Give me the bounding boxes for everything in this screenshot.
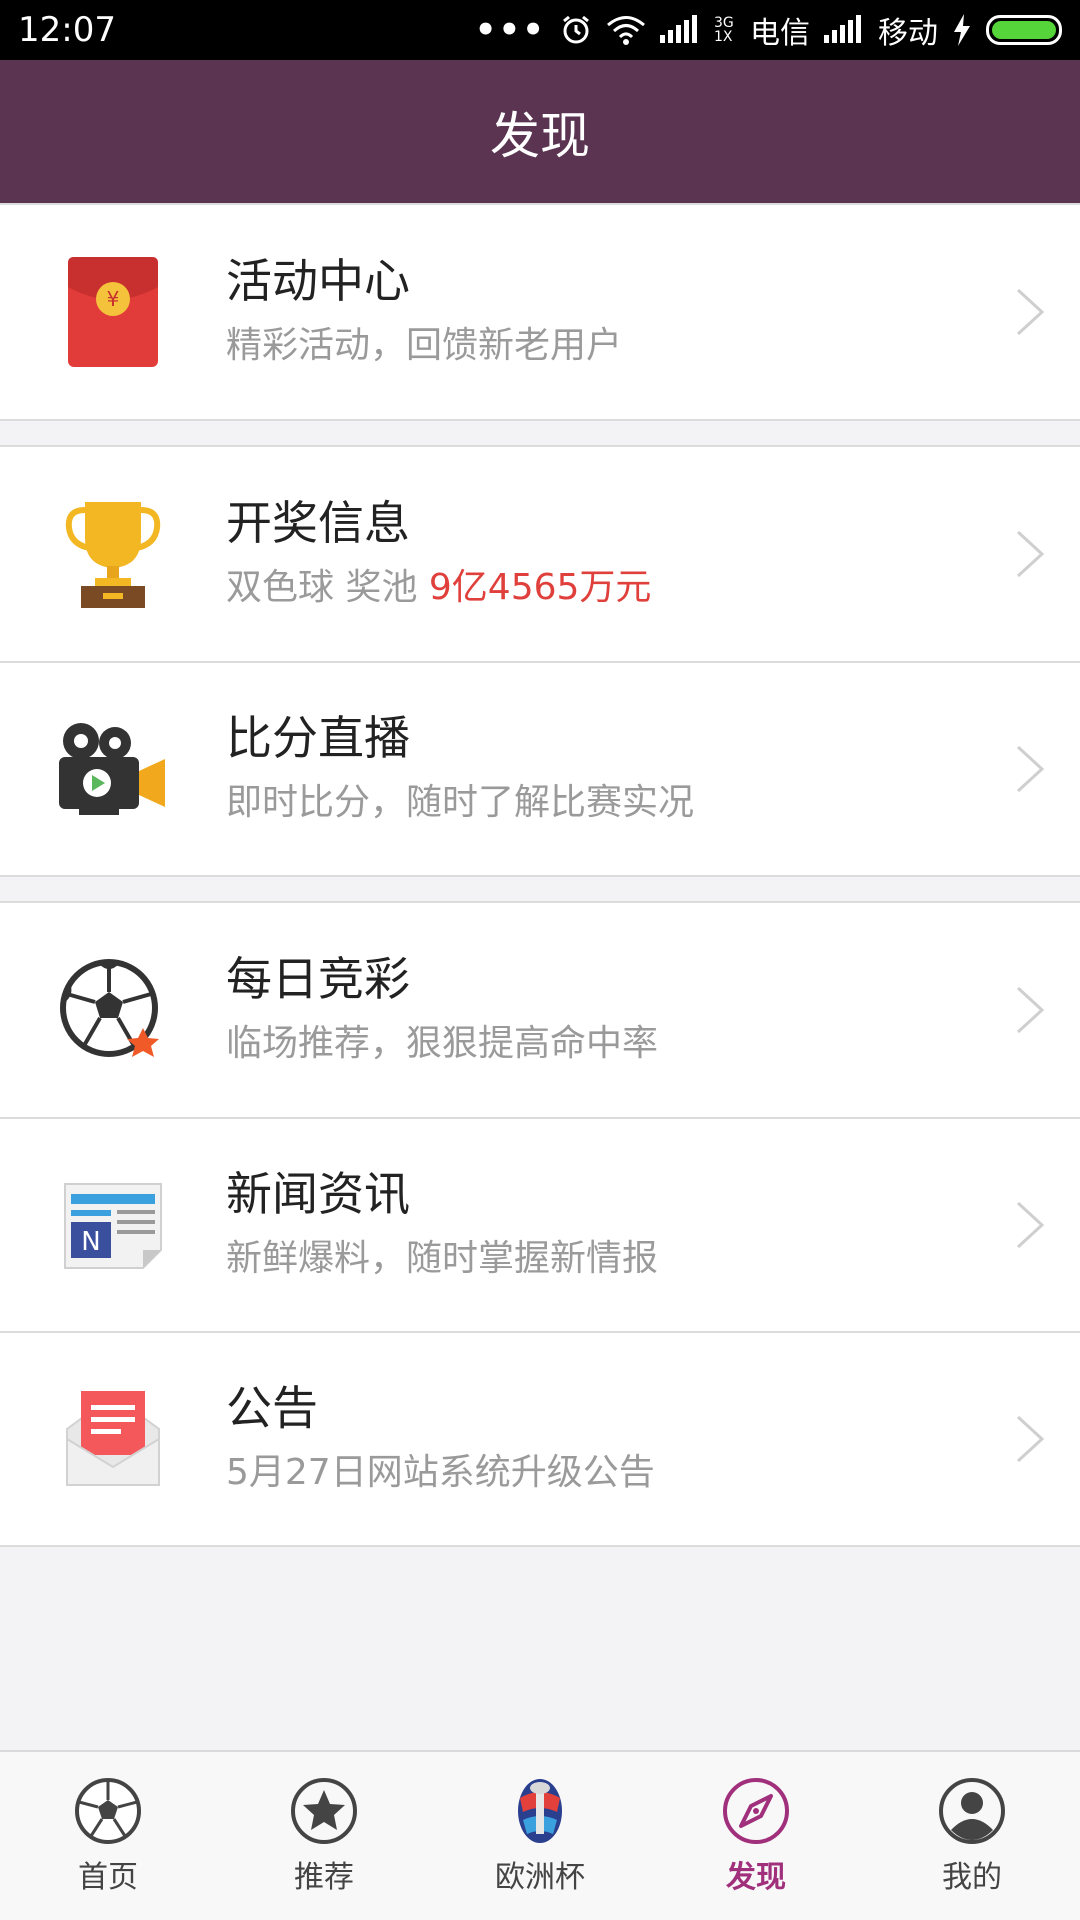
- page-header: 发现: [0, 60, 1080, 203]
- charging-icon: [954, 14, 970, 46]
- chevron-right-icon: [1016, 745, 1045, 793]
- chevron-right-icon: [1016, 530, 1045, 578]
- item-subtitle: 新鲜爆料，随时掌握新情报: [226, 1238, 659, 1279]
- item-title: 比分直播: [226, 711, 410, 765]
- compass-icon: [723, 1778, 789, 1844]
- tab-recommend[interactable]: 推荐: [216, 1752, 432, 1920]
- list-group-2: 开奖信息 双色球 奖池 9亿4565万元 比分直播 即时比分，随时了解比赛实况: [0, 445, 1080, 877]
- status-bar: 12:07 ••• 3G 1X 电信 移动: [0, 0, 1080, 60]
- wifi-icon: [607, 16, 645, 45]
- list-item-announcement[interactable]: 公告 5月27日网站系统升级公告: [0, 1331, 1080, 1545]
- page-title: 发现: [490, 106, 590, 165]
- list-item-live-scores[interactable]: 比分直播 即时比分，随时了解比赛实况: [0, 661, 1080, 875]
- discover-list: ¥ 活动中心 精彩活动，回馈新老用户 开奖信息 双色球 奖池 9亿4565万元 …: [0, 203, 1080, 1547]
- item-subtitle: 临场推荐，狠狠提高命中率: [226, 1023, 659, 1064]
- video-camera-icon: [59, 723, 165, 815]
- list-item-news[interactable]: N 新闻资讯 新鲜爆料，随时掌握新情报: [0, 1117, 1080, 1331]
- network-type-label: 3G 1X: [714, 15, 734, 45]
- bottom-tab-bar: 首页 推荐 欧洲杯 发现 我的: [0, 1750, 1080, 1920]
- soccer-ball-icon: [75, 1778, 141, 1844]
- carrier-1-label: 电信: [750, 16, 810, 51]
- alarm-icon: [563, 15, 589, 44]
- status-icons: ••• 3G 1X 电信 移动: [475, 8, 1062, 52]
- svg-text:¥: ¥: [107, 287, 120, 311]
- list-item-daily-lottery[interactable]: 每日竞彩 临场推荐，狠狠提高命中率: [0, 903, 1080, 1117]
- status-time: 12:07: [18, 10, 116, 50]
- tab-label: 推荐: [294, 1860, 354, 1895]
- list-group-3: 每日竞彩 临场推荐，狠狠提高命中率 N 新闻资讯 新鲜爆料，随时掌握新情报 公告…: [0, 901, 1080, 1547]
- chevron-right-icon: [1016, 288, 1045, 336]
- list-group-1: ¥ 活动中心 精彩活动，回馈新老用户: [0, 203, 1080, 421]
- soccer-ball-star-icon: [60, 959, 159, 1057]
- item-title: 每日竞彩: [226, 952, 410, 1006]
- user-icon: [939, 1778, 1005, 1844]
- signal-3g-icon: [660, 15, 697, 43]
- more-notifications-icon: •••: [474, 10, 546, 50]
- signal-icon: [824, 15, 861, 43]
- item-title: 开奖信息: [226, 496, 410, 550]
- list-item-lottery-results[interactable]: 开奖信息 双色球 奖池 9亿4565万元: [0, 447, 1080, 661]
- list-item-activity-center[interactable]: ¥ 活动中心 精彩活动，回馈新老用户: [0, 205, 1080, 419]
- item-subtitle: 精彩活动，回馈新老用户: [226, 325, 623, 366]
- tab-home[interactable]: 首页: [0, 1752, 216, 1920]
- item-subtitle: 即时比分，随时了解比赛实况: [226, 782, 695, 823]
- chevron-right-icon: [1016, 1201, 1045, 1249]
- tab-label: 首页: [78, 1860, 138, 1895]
- jackpot-label: 双色球 奖池: [226, 567, 429, 608]
- item-title: 活动中心: [226, 254, 410, 308]
- svg-text:N: N: [81, 1227, 100, 1257]
- newspaper-icon: N: [64, 1183, 162, 1269]
- tab-discover[interactable]: 发现: [648, 1752, 864, 1920]
- chevron-right-icon: [1016, 1415, 1045, 1463]
- jackpot-amount: 9亿4565万元: [428, 567, 652, 608]
- envelope-icon: [66, 1391, 160, 1486]
- star-circle-icon: [291, 1778, 357, 1844]
- tab-label: 我的: [942, 1860, 1002, 1895]
- euro-cup-icon: [518, 1779, 562, 1843]
- item-title: 新闻资讯: [226, 1167, 410, 1221]
- item-subtitle: 双色球 奖池 9亿4565万元: [226, 559, 980, 617]
- tab-label: 发现: [726, 1860, 786, 1895]
- trophy-icon: [65, 502, 161, 608]
- carrier-2-label: 移动: [878, 16, 938, 51]
- item-title: 公告: [226, 1381, 318, 1435]
- battery-icon: [986, 15, 1062, 45]
- chevron-right-icon: [1016, 986, 1045, 1034]
- item-subtitle: 5月27日网站系统升级公告: [226, 1452, 655, 1493]
- tab-label: 欧洲杯: [495, 1860, 585, 1895]
- red-envelope-icon: ¥: [68, 257, 158, 367]
- tab-euro-cup[interactable]: 欧洲杯: [432, 1752, 648, 1920]
- tab-mine[interactable]: 我的: [864, 1752, 1080, 1920]
